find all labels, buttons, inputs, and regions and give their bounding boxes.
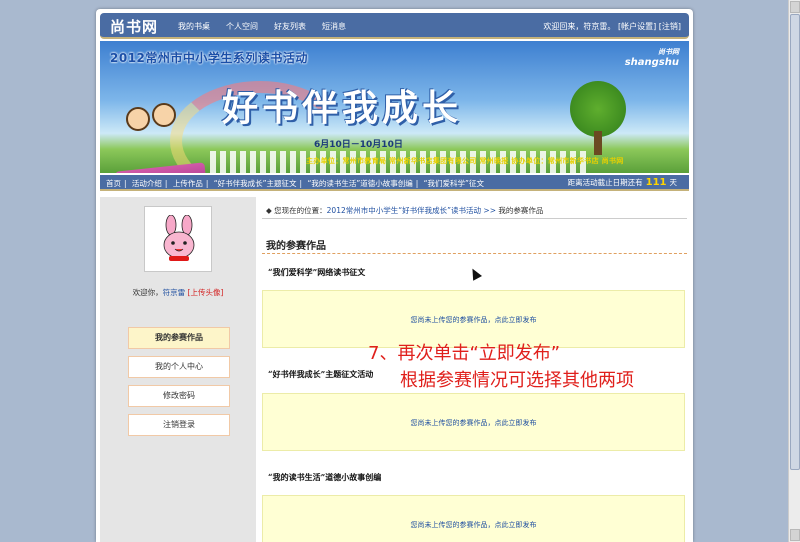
category-theme-essay: “好书伴我成长”主题征文活动 (268, 369, 374, 379)
nav-messages[interactable]: 短消息 (322, 21, 346, 32)
deadline-prefix: 距离活动截止日期还有 (567, 178, 643, 187)
breadcrumb-activity-link[interactable]: 2012常州市中小学生“好书伴我成长”读书活动 (327, 206, 481, 215)
page-container: 尚书网 我的书桌 个人空间 好友列表 短消息 欢迎回来，符京雷。 [帐户设置] … (96, 9, 693, 542)
nav-friends-list[interactable]: 好友列表 (274, 21, 306, 32)
subnav-theme-essay[interactable]: “好书伴我成长”主题征文 (214, 179, 297, 188)
banner-brand-logo: 尚书网 shangshu (625, 47, 679, 68)
account-settings-link[interactable]: [帐户设置] (618, 22, 656, 31)
activity-subnav: 首页 | 活动介绍 | 上传作品 | “好书伴我成长”主题征文 | “我的读书生活”道德… (100, 175, 689, 191)
subnav-activity-intro[interactable]: 活动介绍 (132, 179, 162, 188)
kids-on-books-illustration (110, 81, 208, 173)
bunny-avatar-icon (163, 215, 195, 261)
breadcrumb-prefix: ◆ 您现在的位置： (266, 206, 327, 215)
breadcrumb-separator: >> (483, 206, 496, 215)
sidebar-welcome-text: 欢迎你， (132, 288, 163, 297)
site-logo[interactable]: 尚书网 (110, 16, 158, 37)
annotation-line-1: 7、再次单击“立即发布” (368, 343, 561, 364)
breadcrumb: ◆ 您现在的位置：2012常州市中小学生“好书伴我成长”读书活动 >> 我的参赛… (266, 205, 543, 216)
title-divider (262, 253, 687, 254)
subnav-science-essay[interactable]: “我们爱科学”征文 (424, 179, 484, 188)
banner-organizers: 主办单位：常州市教育局 常州新华书店集团有限公司 常州晚报 协办单位：常州市新华… (306, 157, 624, 165)
banner-brand-cn: 尚书网 (658, 48, 679, 56)
main-nav: 我的书桌 个人空间 好友列表 短消息 (178, 21, 362, 32)
tree-graphic (570, 81, 626, 137)
boy-figure (126, 107, 150, 131)
sidebar-username[interactable]: 符京雷 (163, 288, 186, 297)
breadcrumb-divider (262, 218, 687, 219)
category-moral-story: “我的读书生活”道德小故事创编 (268, 472, 382, 482)
banner-title: 2012常州市中小学生系列读书活动 (110, 51, 308, 65)
banner-brand-en: shangshu (624, 57, 679, 68)
scroll-up-icon[interactable] (790, 1, 800, 13)
nav-personal-space[interactable]: 个人空间 (226, 21, 258, 32)
nav-my-desk[interactable]: 我的书桌 (178, 21, 210, 32)
banner-slogan: 好书伴我成长 (222, 87, 463, 129)
menu-logout[interactable]: 注销登录 (128, 414, 230, 436)
vertical-scrollbar[interactable] (788, 0, 800, 542)
deadline-suffix: 天 (669, 178, 678, 187)
avatar (144, 206, 212, 272)
upload-avatar-link[interactable]: [上传头像] (188, 288, 224, 297)
deadline-days: 111 (645, 177, 667, 188)
header-welcome: 欢迎回来，符京雷。 [帐户设置] [注销] (543, 21, 681, 32)
menu-my-entries[interactable]: 我的参赛作品 (128, 327, 230, 349)
user-sidebar: 欢迎你，符京雷 [上传头像] 我的参赛作品 我的个人中心 修改密码 注销登录 (100, 197, 256, 542)
menu-change-password[interactable]: 修改密码 (128, 385, 230, 407)
banner-date: 6月10日－10月10日 (314, 140, 403, 150)
activity-banner: 2012常州市中小学生系列读书活动 好书伴我成长 6月10日－10月10日 主办… (100, 41, 689, 173)
upload-box-moral-story[interactable]: 您尚未上传您的参赛作品，点此立即发布 (262, 495, 685, 542)
welcome-text: 欢迎回来，符京雷。 (543, 22, 616, 31)
publish-now-link[interactable]: 您尚未上传您的参赛作品，点此立即发布 (263, 520, 684, 530)
breadcrumb-current: 我的参赛作品 (498, 206, 544, 215)
annotation-line-2: 根据参赛情况可选择其他两项 (400, 370, 634, 391)
deadline-countdown: 距离活动截止日期还有 111 天 (568, 177, 677, 188)
tutorial-annotation: 7、再次单击“立即发布” 根据参赛情况可选择其他两项 (368, 340, 634, 394)
page-title: 我的参赛作品 (266, 241, 326, 252)
publish-now-link[interactable]: 您尚未上传您的参赛作品，点此立即发布 (263, 418, 684, 428)
scroll-down-icon[interactable] (790, 529, 800, 541)
tree-trunk-graphic (594, 131, 602, 155)
sidebar-welcome: 欢迎你，符京雷 [上传头像] (100, 287, 256, 298)
book-stack-graphic (114, 162, 208, 173)
subnav-upload-work[interactable]: 上传作品 (173, 179, 203, 188)
girl-figure (152, 103, 176, 127)
scrollbar-thumb[interactable] (790, 14, 800, 470)
top-header-bar: 尚书网 我的书桌 个人空间 好友列表 短消息 欢迎回来，符京雷。 [帐户设置] … (100, 13, 689, 39)
logout-link[interactable]: [注销] (659, 22, 681, 31)
subnav-home[interactable]: 首页 (106, 179, 121, 188)
upload-box-theme-essay[interactable]: 您尚未上传您的参赛作品，点此立即发布 (262, 393, 685, 451)
category-science-essay: “我们爱科学”网络读书征文 (268, 267, 366, 277)
menu-personal-center[interactable]: 我的个人中心 (128, 356, 230, 378)
publish-now-link[interactable]: 您尚未上传您的参赛作品，点此立即发布 (263, 315, 684, 325)
subnav-moral-story[interactable]: “我的读书生活”道德小故事创编 (307, 179, 412, 188)
